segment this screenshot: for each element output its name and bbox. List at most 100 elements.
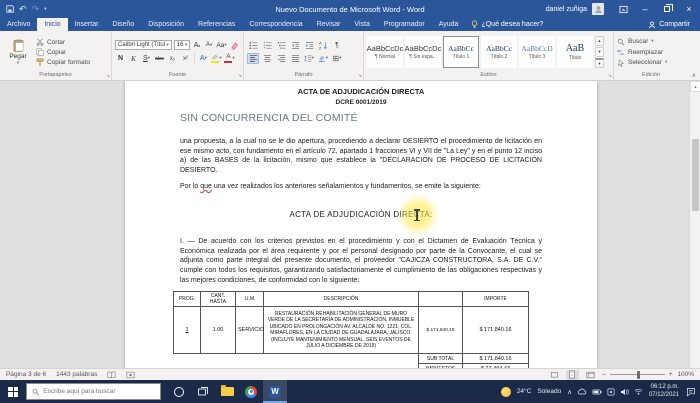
portapapeles-dialog-launcher-icon[interactable]: ↘ [106, 74, 110, 79]
page-indicator[interactable]: Página 3 de 6 [6, 371, 46, 378]
change-case-button[interactable]: Aa ▾ [216, 40, 227, 51]
vertical-scrollbar[interactable]: ▴ [689, 81, 700, 368]
paste-button[interactable]: Pegar ▾ [3, 33, 33, 71]
tab-programador[interactable]: Programador [377, 18, 432, 31]
web-layout-icon[interactable] [584, 370, 597, 380]
weather-sun-icon[interactable] [500, 386, 511, 397]
qat-customize-icon[interactable]: ▾ [44, 6, 46, 12]
battery-icon[interactable] [592, 389, 602, 395]
style-normal[interactable]: AaBbCcDc ¶ Normal [367, 36, 403, 68]
tab-inicio[interactable]: Inicio [37, 18, 68, 31]
zoom-level[interactable]: 100% [677, 371, 694, 378]
clear-formatting-icon[interactable] [229, 40, 240, 51]
parrafo-dialog-launcher-icon[interactable]: ↘ [358, 74, 362, 79]
share-button[interactable]: Compartir [638, 18, 700, 31]
task-view-icon[interactable] [191, 380, 215, 403]
taskbar-search[interactable] [26, 383, 161, 400]
read-mode-icon[interactable] [548, 370, 561, 380]
weather-temp[interactable]: 24°C [517, 388, 532, 395]
proofing-status-icon[interactable] [107, 371, 116, 379]
grow-font-button[interactable]: A ▾ [192, 40, 202, 51]
restore-button[interactable] [656, 0, 678, 18]
shrink-font-button[interactable]: A ▾ [204, 40, 214, 51]
shading-icon[interactable]: ▾ [317, 53, 329, 64]
text-highlight-button[interactable]: ▾ [211, 53, 222, 64]
styles-scroll-up-icon[interactable]: ▴ [595, 36, 604, 46]
zoom-track[interactable] [609, 370, 665, 379]
undo-icon[interactable]: ↶ [19, 4, 27, 14]
tab-insertar[interactable]: Insertar [68, 18, 106, 31]
font-size-select[interactable]: 16 ▾ [173, 40, 191, 50]
text-effects-button[interactable]: A ▾ [198, 53, 209, 64]
decrease-indent-icon[interactable] [289, 40, 301, 51]
save-icon[interactable] [6, 5, 14, 13]
account-name[interactable]: daniel zuñiga [546, 6, 587, 13]
language-icon[interactable] [607, 388, 615, 396]
word-count[interactable]: 1443 palabras [56, 371, 97, 378]
tab-diseno[interactable]: Diseño [105, 18, 141, 31]
estilos-dialog-launcher-icon[interactable]: ↘ [608, 74, 612, 79]
format-painter-button[interactable]: Copiar formato [36, 58, 90, 66]
align-right-button[interactable] [275, 53, 287, 64]
start-button[interactable] [0, 380, 26, 403]
notification-center-icon[interactable] [685, 386, 696, 397]
zoom-slider[interactable]: – + [602, 370, 673, 379]
print-layout-icon[interactable] [565, 369, 579, 380]
increase-indent-icon[interactable] [303, 40, 315, 51]
volume-icon[interactable] [620, 388, 629, 396]
cortana-icon[interactable] [167, 380, 191, 403]
justify-button[interactable] [289, 53, 301, 64]
close-button[interactable]: × [678, 0, 700, 18]
tell-me-box[interactable]: ¿Qué desea hacer? [465, 18, 549, 31]
replace-button[interactable]: ab Reemplazar [617, 48, 685, 56]
sort-icon[interactable]: AZ [317, 40, 329, 51]
subscript-button[interactable]: x₂ [167, 53, 178, 64]
bullet-list-icon[interactable] [247, 40, 259, 51]
find-button[interactable]: Buscar ▾ [617, 38, 685, 46]
multilevel-list-icon[interactable] [275, 40, 287, 51]
copy-button[interactable]: Copiar [36, 48, 90, 56]
line-spacing-icon[interactable]: ▾ [303, 53, 315, 64]
align-center-button[interactable] [261, 53, 273, 64]
onedrive-icon[interactable] [577, 388, 587, 395]
cut-button[interactable]: Cortar [36, 38, 90, 46]
style-titulo-2[interactable]: AaBbCc Título 2 [481, 36, 517, 68]
tab-referencias[interactable]: Referencias [191, 18, 242, 31]
numbered-list-icon[interactable] [261, 40, 273, 51]
borders-icon[interactable]: ⊞ ▾ [331, 53, 343, 64]
ribbon-display-options-icon[interactable] [612, 0, 634, 18]
search-input[interactable] [43, 388, 155, 395]
weather-desc[interactable]: Soleado [537, 388, 561, 395]
italic-button[interactable]: K [128, 53, 139, 64]
tab-revisar[interactable]: Revisar [310, 18, 348, 31]
font-color-button[interactable]: A ▾ [224, 53, 235, 64]
styles-more-icon[interactable]: ▾ [595, 58, 604, 68]
taskbar-clock[interactable]: 06:12 p.m. 07/12/2021 [649, 384, 679, 399]
hidden-icons-chevron[interactable]: ∧ [567, 388, 572, 396]
network-icon[interactable] [634, 388, 643, 395]
tab-vista[interactable]: Vista [347, 18, 376, 31]
style-titulo-3[interactable]: AaBbCcD Título 3 [519, 36, 555, 68]
tab-archivo[interactable]: Archivo [0, 18, 37, 31]
fuente-dialog-launcher-icon[interactable]: ↘ [238, 74, 242, 79]
select-button[interactable]: Seleccionar ▾ [617, 58, 685, 67]
minimize-button[interactable]: – [634, 0, 656, 18]
show-marks-icon[interactable]: ¶ [331, 40, 343, 51]
collapse-ribbon-icon[interactable]: ∧ [692, 72, 696, 79]
style-titulo[interactable]: AaB Título [557, 36, 593, 68]
word-taskbar-icon[interactable]: W [263, 380, 287, 403]
zoom-in-icon[interactable]: + [669, 371, 673, 378]
align-left-button[interactable] [247, 53, 259, 64]
scroll-up-icon[interactable]: ▴ [690, 81, 700, 92]
zoom-thumb[interactable] [636, 370, 641, 379]
styles-scroll-down-icon[interactable]: ▾ [595, 47, 604, 57]
style-titulo-1[interactable]: AaBbCc Título 1 [443, 36, 479, 68]
tab-correspondencia[interactable]: Correspondencia [242, 18, 309, 31]
bold-button[interactable]: N [115, 53, 126, 64]
scrollbar-thumb[interactable] [692, 139, 699, 211]
chrome-icon[interactable] [239, 380, 263, 403]
tab-disposicion[interactable]: Disposición [141, 18, 191, 31]
document-page[interactable]: ACTA DE ADJUDICACIÓN DIRECTA DCRE 0001/2… [125, 81, 597, 368]
zoom-out-icon[interactable]: – [602, 371, 606, 378]
font-name-select[interactable]: Calibri Light (Títul ▾ [115, 40, 172, 50]
